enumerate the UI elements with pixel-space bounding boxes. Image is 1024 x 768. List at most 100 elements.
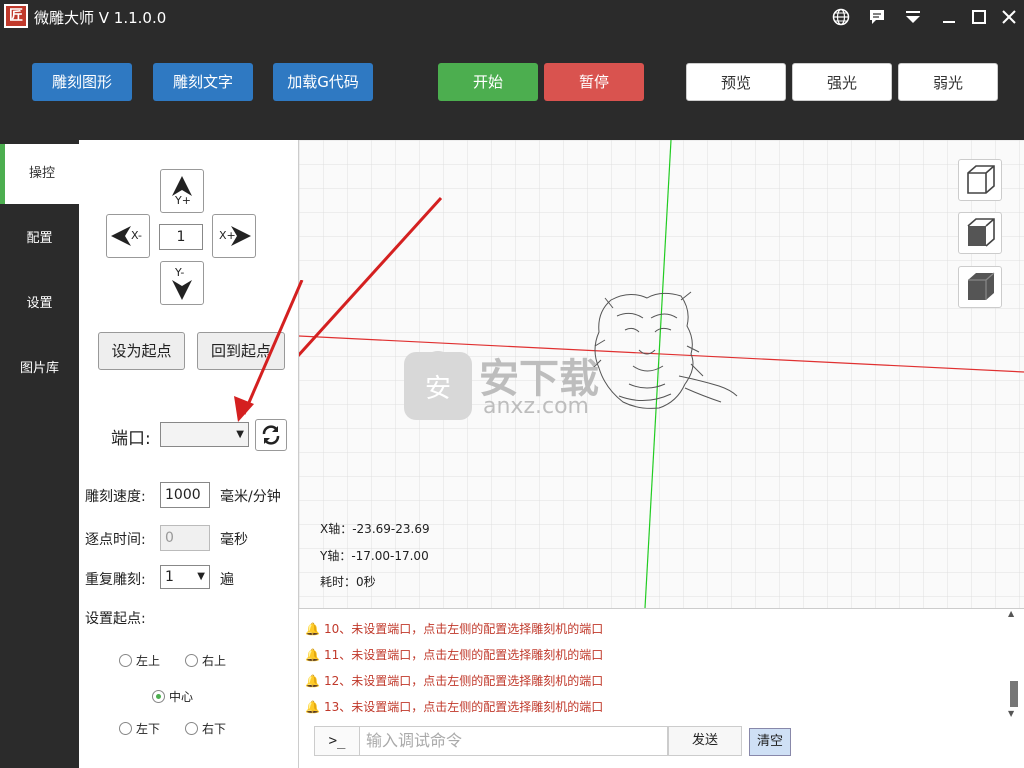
view-front-button[interactable] [958,212,1002,254]
log-line-text: 11、未设置端口，点击左侧的配置选择雕刻机的端口 [323,648,604,662]
origin-center-radio[interactable]: 中心 [152,688,193,705]
repeat-label: 重复雕刻: [85,572,146,588]
globe-icon[interactable] [828,5,854,29]
app-logo: 匠 [4,4,28,28]
origin-position-label: 设置起点: [85,611,146,627]
cube-front-icon [967,218,995,247]
bell-icon: 🔔 [305,700,320,714]
y-axis-range: Y轴：-17.00-17.00 [320,549,429,563]
port-label: 端口: [111,429,151,449]
scroll-up-icon[interactable]: ▲ [1008,609,1014,618]
engrave-image-button[interactable]: 雕刻图形 [32,63,132,101]
origin-top-left-radio[interactable]: 左上 [119,652,160,669]
watermark-subtext: anxz.com [483,394,589,419]
preview-button[interactable]: 预览 [686,63,786,101]
title-bar: 匠 微雕大师 V 1.1.0.0 [0,0,1024,34]
log-scrollbar[interactable]: ▲ ▼ [1008,609,1020,720]
log-line: 🔔 12、未设置端口，点击左侧的配置选择雕刻机的端口 [305,672,603,689]
control-panel: Y+ X- 1 X+ Y- 设为起点 回到起点 端口: ▼ 雕刻速度: 1000… [79,140,299,768]
engrave-text-button[interactable]: 雕刻文字 [153,63,253,101]
x-axis-range: X轴：-23.69-23.69 [320,522,430,536]
jog-y-minus-button[interactable]: Y- [160,261,204,305]
clear-button[interactable]: 清空 [749,728,791,756]
load-gcode-button[interactable]: 加载G代码 [273,63,373,101]
origin-top-right-radio[interactable]: 右上 [185,652,226,669]
origin-bottom-left-radio[interactable]: 左下 [119,720,160,737]
jog-x-minus-label: X- [131,229,142,242]
radio-dot [185,722,198,735]
view-solid-button[interactable] [958,266,1002,308]
log-line: 🔔 13、未设置端口，点击左侧的配置选择雕刻机的端口 [305,698,603,715]
console-prompt: >_ [314,726,360,756]
strong-light-button[interactable]: 强光 [792,63,892,101]
tab-image-library[interactable]: 图片库 [0,339,79,399]
debug-command-input[interactable]: 输入调试命令 [360,726,668,756]
tab-settings[interactable]: 设置 [0,274,79,334]
minimize-icon[interactable] [936,5,962,29]
origin-top-left-label: 左上 [136,654,161,668]
dot-time-input[interactable]: 0 [160,525,210,551]
dot-time-unit: 毫秒 [220,532,248,548]
maximize-icon[interactable] [966,5,992,29]
jog-y-plus-button[interactable]: Y+ [160,169,204,213]
origin-top-right-label: 右上 [202,654,227,668]
jog-y-minus-label: Y- [175,266,185,279]
log-line-text: 13、未设置端口，点击左侧的配置选择雕刻机的端口 [323,700,604,714]
jog-x-plus-button[interactable]: X+ [212,214,256,258]
start-button[interactable]: 开始 [438,63,538,101]
set-origin-button[interactable]: 设为起点 [98,332,185,370]
log-line-text: 10、未设置端口，点击左侧的配置选择雕刻机的端口 [323,622,604,636]
bell-icon: 🔔 [305,648,320,662]
dot-time-label: 逐点时间: [85,532,146,548]
chevron-down-icon: ▼ [236,429,244,440]
radio-dot-selected [152,690,165,703]
cube-outline-icon [967,165,995,194]
port-select[interactable]: ▼ [160,422,249,447]
log-line: 🔔 11、未设置端口，点击左侧的配置选择雕刻机的端口 [305,646,603,663]
chevron-down-icon: ▼ [197,571,205,582]
refresh-icon [262,425,280,445]
radio-dot [119,722,132,735]
go-origin-button[interactable]: 回到起点 [197,332,285,370]
speed-input[interactable]: 1000 [160,482,210,508]
origin-center-label: 中心 [169,690,194,704]
speed-unit: 毫米/分钟 [220,489,281,505]
repeat-select[interactable]: 1 ▼ [160,565,210,589]
log-line-text: 12、未设置端口，点击左侧的配置选择雕刻机的端口 [323,674,604,688]
jog-y-plus-label: Y+ [175,194,191,207]
tab-control[interactable]: 操控 [0,144,79,204]
tab-config[interactable]: 配置 [0,209,79,269]
origin-bottom-right-radio[interactable]: 右下 [185,720,226,737]
log-panel: 🔔 10、未设置端口，点击左侧的配置选择雕刻机的端口 🔔 11、未设置端口，点击左侧… [299,608,1024,720]
engraving-canvas[interactable]: 安 安下载 anxz.com X轴：-23.69-23.69 Y轴：-17.00… [299,140,1024,608]
bell-icon: 🔔 [305,622,320,636]
log-line: 🔔 10、未设置端口，点击左侧的配置选择雕刻机的端口 [305,620,603,637]
dropdown-menu-icon[interactable] [900,5,926,29]
cube-solid-icon [968,272,995,300]
bell-icon: 🔔 [305,674,320,688]
send-button[interactable]: 发送 [668,726,742,756]
origin-bottom-left-label: 左下 [136,722,161,736]
repeat-select-value: 1 [165,569,174,585]
scroll-thumb[interactable] [1010,681,1018,707]
elapsed-time: 耗时：0秒 [320,575,376,589]
jog-step-input[interactable]: 1 [159,224,203,250]
svg-text:安: 安 [425,374,451,404]
refresh-port-button[interactable] [255,419,287,451]
radio-dot [185,654,198,667]
weak-light-button[interactable]: 弱光 [898,63,998,101]
speed-label: 雕刻速度: [85,489,146,505]
jog-x-minus-button[interactable]: X- [106,214,150,258]
debug-console: >_ 输入调试命令 发送 清空 [299,720,1024,768]
close-icon[interactable] [996,5,1022,29]
origin-bottom-right-label: 右下 [202,722,227,736]
radio-dot [119,654,132,667]
scroll-down-icon[interactable]: ▼ [1008,709,1014,718]
repeat-unit: 遍 [220,572,234,588]
canvas-grid: 安 [299,140,1024,608]
message-icon[interactable] [864,5,890,29]
arrow-left-icon [111,226,131,246]
pause-button[interactable]: 暂停 [544,63,644,101]
watermark-logo: 安 [404,351,472,420]
view-wireframe-button[interactable] [958,159,1002,201]
